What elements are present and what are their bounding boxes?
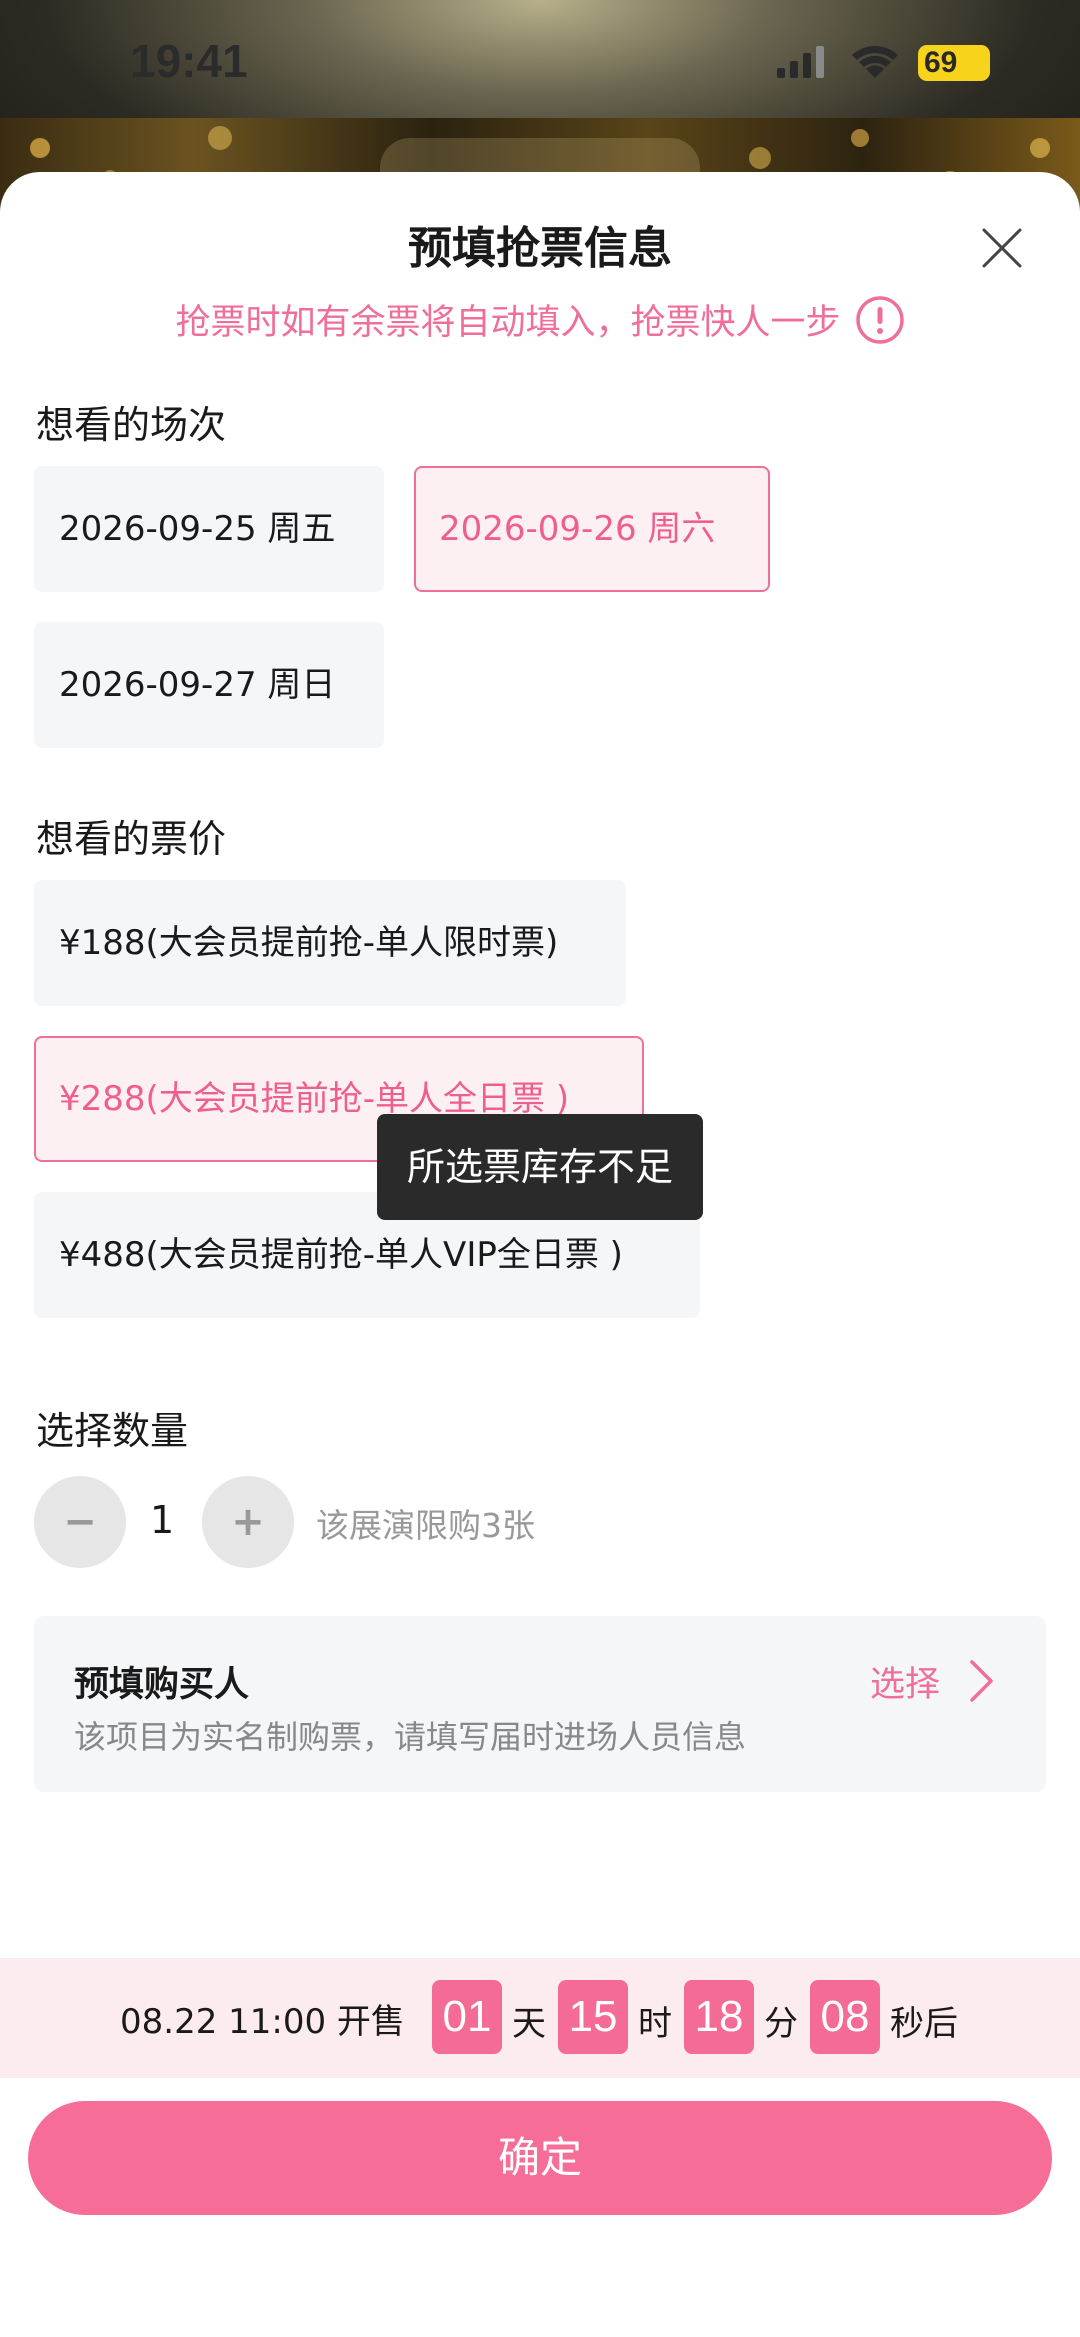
status-time: 19:41 — [130, 35, 248, 87]
quantity-plus-button[interactable]: + — [202, 1476, 294, 1568]
status-bar: 19:41 69 — [0, 0, 1080, 118]
session-option-0927[interactable]: 2026-09-27 周日 — [34, 622, 384, 748]
stock-insufficient-toast: 所选票库存不足 — [377, 1114, 703, 1220]
battery-indicator: 69 — [918, 45, 990, 81]
price-option-188[interactable]: ¥188(大会员提前抢-单人限时票) — [34, 880, 626, 1006]
buyer-card[interactable]: 预填购买人 该项目为实名制购票，请填写届时进场人员信息 选择 — [34, 1616, 1046, 1792]
buyer-description: 该项目为实名制购票，请填写届时进场人员信息 — [74, 1718, 747, 1756]
info-warning-icon[interactable] — [855, 295, 905, 345]
price-section-label: 想看的票价 — [36, 817, 227, 861]
countdown-days: 01 — [432, 1980, 502, 2054]
countdown-minutes: 18 — [684, 1980, 754, 2054]
countdown-days-unit: 天 — [512, 2004, 546, 2044]
session-option-0925[interactable]: 2026-09-25 周五 — [34, 466, 384, 592]
notice-text: 抢票时如有余票将自动填入，抢票快人一步 — [175, 303, 841, 343]
prefill-notice: 抢票时如有余票将自动填入，抢票快人一步 — [0, 294, 1080, 345]
countdown-minutes-unit: 分 — [764, 2004, 798, 2044]
countdown-bar: 08.22 11:00 开售 01 天 15 时 18 分 08 秒后 — [0, 1958, 1080, 2078]
sheet-title: 预填抢票信息 — [408, 223, 672, 274]
countdown-hours: 15 — [558, 1980, 628, 2054]
cellular-signal-icon — [777, 46, 824, 78]
session-section-label: 想看的场次 — [36, 403, 227, 447]
sale-start-time: 08.22 11:00 开售 — [120, 2002, 405, 2042]
buyer-select-link[interactable]: 选择 — [870, 1656, 940, 1707]
close-icon[interactable] — [978, 224, 1026, 272]
chevron-right-icon[interactable] — [966, 1658, 996, 1704]
prefill-sheet: 预填抢票信息 抢票时如有余票将自动填入，抢票快人一步 想看的场次 2026-09… — [0, 172, 1080, 2337]
confirm-button[interactable]: 确定 — [28, 2101, 1052, 2215]
quantity-minus-button[interactable]: − — [34, 1476, 126, 1568]
countdown-seconds: 08 — [810, 1980, 880, 2054]
countdown-seconds-unit: 秒后 — [890, 2004, 958, 2044]
purchase-limit-text: 该展演限购3张 — [316, 1506, 535, 1545]
quantity-value: 1 — [150, 1498, 175, 1542]
session-option-0926[interactable]: 2026-09-26 周六 — [414, 466, 770, 592]
quantity-section-label: 选择数量 — [36, 1409, 189, 1453]
buyer-title: 预填购买人 — [74, 1665, 250, 1705]
wifi-icon — [852, 46, 898, 78]
countdown-hours-unit: 时 — [638, 2004, 672, 2044]
